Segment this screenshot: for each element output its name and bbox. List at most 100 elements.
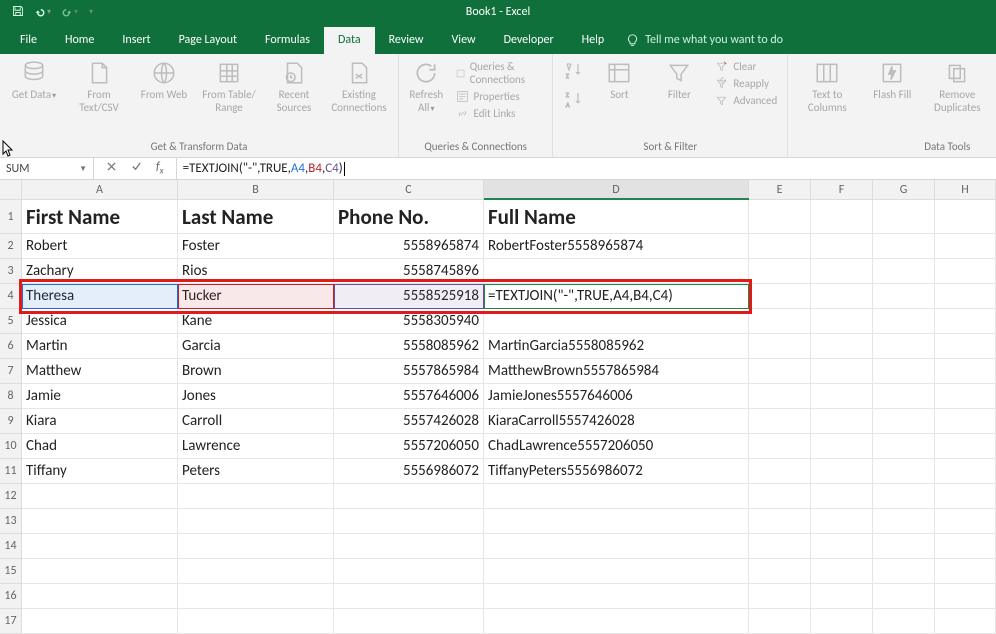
cell-A1[interactable]: First Name [22, 200, 178, 234]
recent-sources-button[interactable]: Recent Sources [270, 60, 318, 114]
cell-B8[interactable]: Jones [178, 384, 334, 409]
existing-connections-button[interactable]: Existing Connections [330, 60, 388, 114]
cell-B7[interactable]: Brown [178, 359, 334, 384]
cancel-formula-button[interactable] [106, 161, 117, 176]
cell-D6[interactable]: MartinGarcia5558085962 [484, 334, 749, 359]
redo-icon[interactable]: ▾ [61, 6, 78, 18]
tab-formulas[interactable]: Formulas [251, 27, 324, 54]
row-header-4[interactable]: 4 [0, 284, 22, 309]
cell-A15[interactable] [22, 559, 178, 584]
cell-E15[interactable] [749, 559, 811, 584]
cell-D10[interactable]: ChadLawrence5557206050 [484, 434, 749, 459]
cell-H1[interactable] [935, 200, 996, 234]
sort-button[interactable]: Sort [595, 60, 643, 102]
cell-F1[interactable] [811, 200, 873, 234]
cell-E5[interactable] [749, 309, 811, 334]
cell-E11[interactable] [749, 459, 811, 484]
from-web-button[interactable]: From Web [140, 60, 188, 102]
cell-A16[interactable] [22, 584, 178, 609]
cell-F10[interactable] [811, 434, 873, 459]
cell-F14[interactable] [811, 534, 873, 559]
cell-G1[interactable] [873, 200, 935, 234]
cell-E1[interactable] [749, 200, 811, 234]
cell-A2[interactable]: Robert [22, 234, 178, 259]
cell-H9[interactable] [935, 409, 996, 434]
cell-A8[interactable]: Jamie [22, 384, 178, 409]
cell-F13[interactable] [811, 509, 873, 534]
cell-F11[interactable] [811, 459, 873, 484]
cell-B6[interactable]: Garcia [178, 334, 334, 359]
cell-E10[interactable] [749, 434, 811, 459]
cell-H3[interactable] [935, 259, 996, 284]
cell-A7[interactable]: Matthew [22, 359, 178, 384]
edit-links-button[interactable]: Edit Links [456, 107, 543, 120]
cell-A12[interactable] [22, 484, 178, 509]
cell-D14[interactable] [484, 534, 749, 559]
row-header-7[interactable]: 7 [0, 359, 22, 384]
cell-G14[interactable] [873, 534, 935, 559]
cell-D13[interactable] [484, 509, 749, 534]
cell-G6[interactable] [873, 334, 935, 359]
filter-button[interactable]: Filter [655, 60, 703, 102]
properties-button[interactable]: Properties [456, 90, 543, 103]
cell-C11[interactable]: 5556986072 [334, 459, 484, 484]
cell-B11[interactable]: Peters [178, 459, 334, 484]
cell-D15[interactable] [484, 559, 749, 584]
cell-B13[interactable] [178, 509, 334, 534]
row-header-16[interactable]: 16 [0, 584, 22, 609]
cell-H11[interactable] [935, 459, 996, 484]
cell-C12[interactable] [334, 484, 484, 509]
cell-E6[interactable] [749, 334, 811, 359]
tab-home[interactable]: Home [51, 27, 108, 54]
cell-H5[interactable] [935, 309, 996, 334]
cell-D17[interactable] [484, 609, 749, 634]
column-header-G[interactable]: G [873, 180, 935, 200]
cell-G2[interactable] [873, 234, 935, 259]
cell-B14[interactable] [178, 534, 334, 559]
cell-B2[interactable]: Foster [178, 234, 334, 259]
cell-B5[interactable]: Kane [178, 309, 334, 334]
cell-H7[interactable] [935, 359, 996, 384]
cell-E12[interactable] [749, 484, 811, 509]
cell-H4[interactable] [935, 284, 996, 309]
cell-H6[interactable] [935, 334, 996, 359]
cell-F7[interactable] [811, 359, 873, 384]
cell-A3[interactable]: Zachary [22, 259, 178, 284]
cell-E4[interactable] [749, 284, 811, 309]
cell-D5[interactable] [484, 309, 749, 334]
cell-B4[interactable]: Tucker [178, 284, 334, 309]
cell-C2[interactable]: 5558965874 [334, 234, 484, 259]
cell-H8[interactable] [935, 384, 996, 409]
cell-C15[interactable] [334, 559, 484, 584]
cell-E16[interactable] [749, 584, 811, 609]
cell-F17[interactable] [811, 609, 873, 634]
cell-C3[interactable]: 5558745896 [334, 259, 484, 284]
cell-H2[interactable] [935, 234, 996, 259]
cell-D4[interactable]: =TEXTJOIN("-",TRUE,A4,B4,C4) [484, 284, 749, 309]
cell-D11[interactable]: TiffanyPeters5556986072 [484, 459, 749, 484]
chevron-down-icon[interactable]: ▼ [79, 164, 87, 174]
tab-developer[interactable]: Developer [490, 27, 568, 54]
advanced-button[interactable]: Advanced [715, 94, 777, 107]
cell-F9[interactable] [811, 409, 873, 434]
cell-E3[interactable] [749, 259, 811, 284]
from-table-range-button[interactable]: From Table/ Range [200, 60, 258, 114]
cell-B16[interactable] [178, 584, 334, 609]
cell-F6[interactable] [811, 334, 873, 359]
row-header-11[interactable]: 11 [0, 459, 22, 484]
cell-E9[interactable] [749, 409, 811, 434]
sort-za-button[interactable]: ZA [563, 89, 583, 114]
spreadsheet-grid[interactable]: ABCDEFGH1First NameLast NamePhone No.Ful… [0, 180, 996, 634]
cell-G17[interactable] [873, 609, 935, 634]
row-header-3[interactable]: 3 [0, 259, 22, 284]
cell-C4[interactable]: 5558525918 [334, 284, 484, 309]
cell-G7[interactable] [873, 359, 935, 384]
cell-B3[interactable]: Rios [178, 259, 334, 284]
tab-page-layout[interactable]: Page Layout [165, 27, 251, 54]
cell-B1[interactable]: Last Name [178, 200, 334, 234]
cell-F16[interactable] [811, 584, 873, 609]
cell-F3[interactable] [811, 259, 873, 284]
row-header-6[interactable]: 6 [0, 334, 22, 359]
cell-E7[interactable] [749, 359, 811, 384]
cell-A13[interactable] [22, 509, 178, 534]
